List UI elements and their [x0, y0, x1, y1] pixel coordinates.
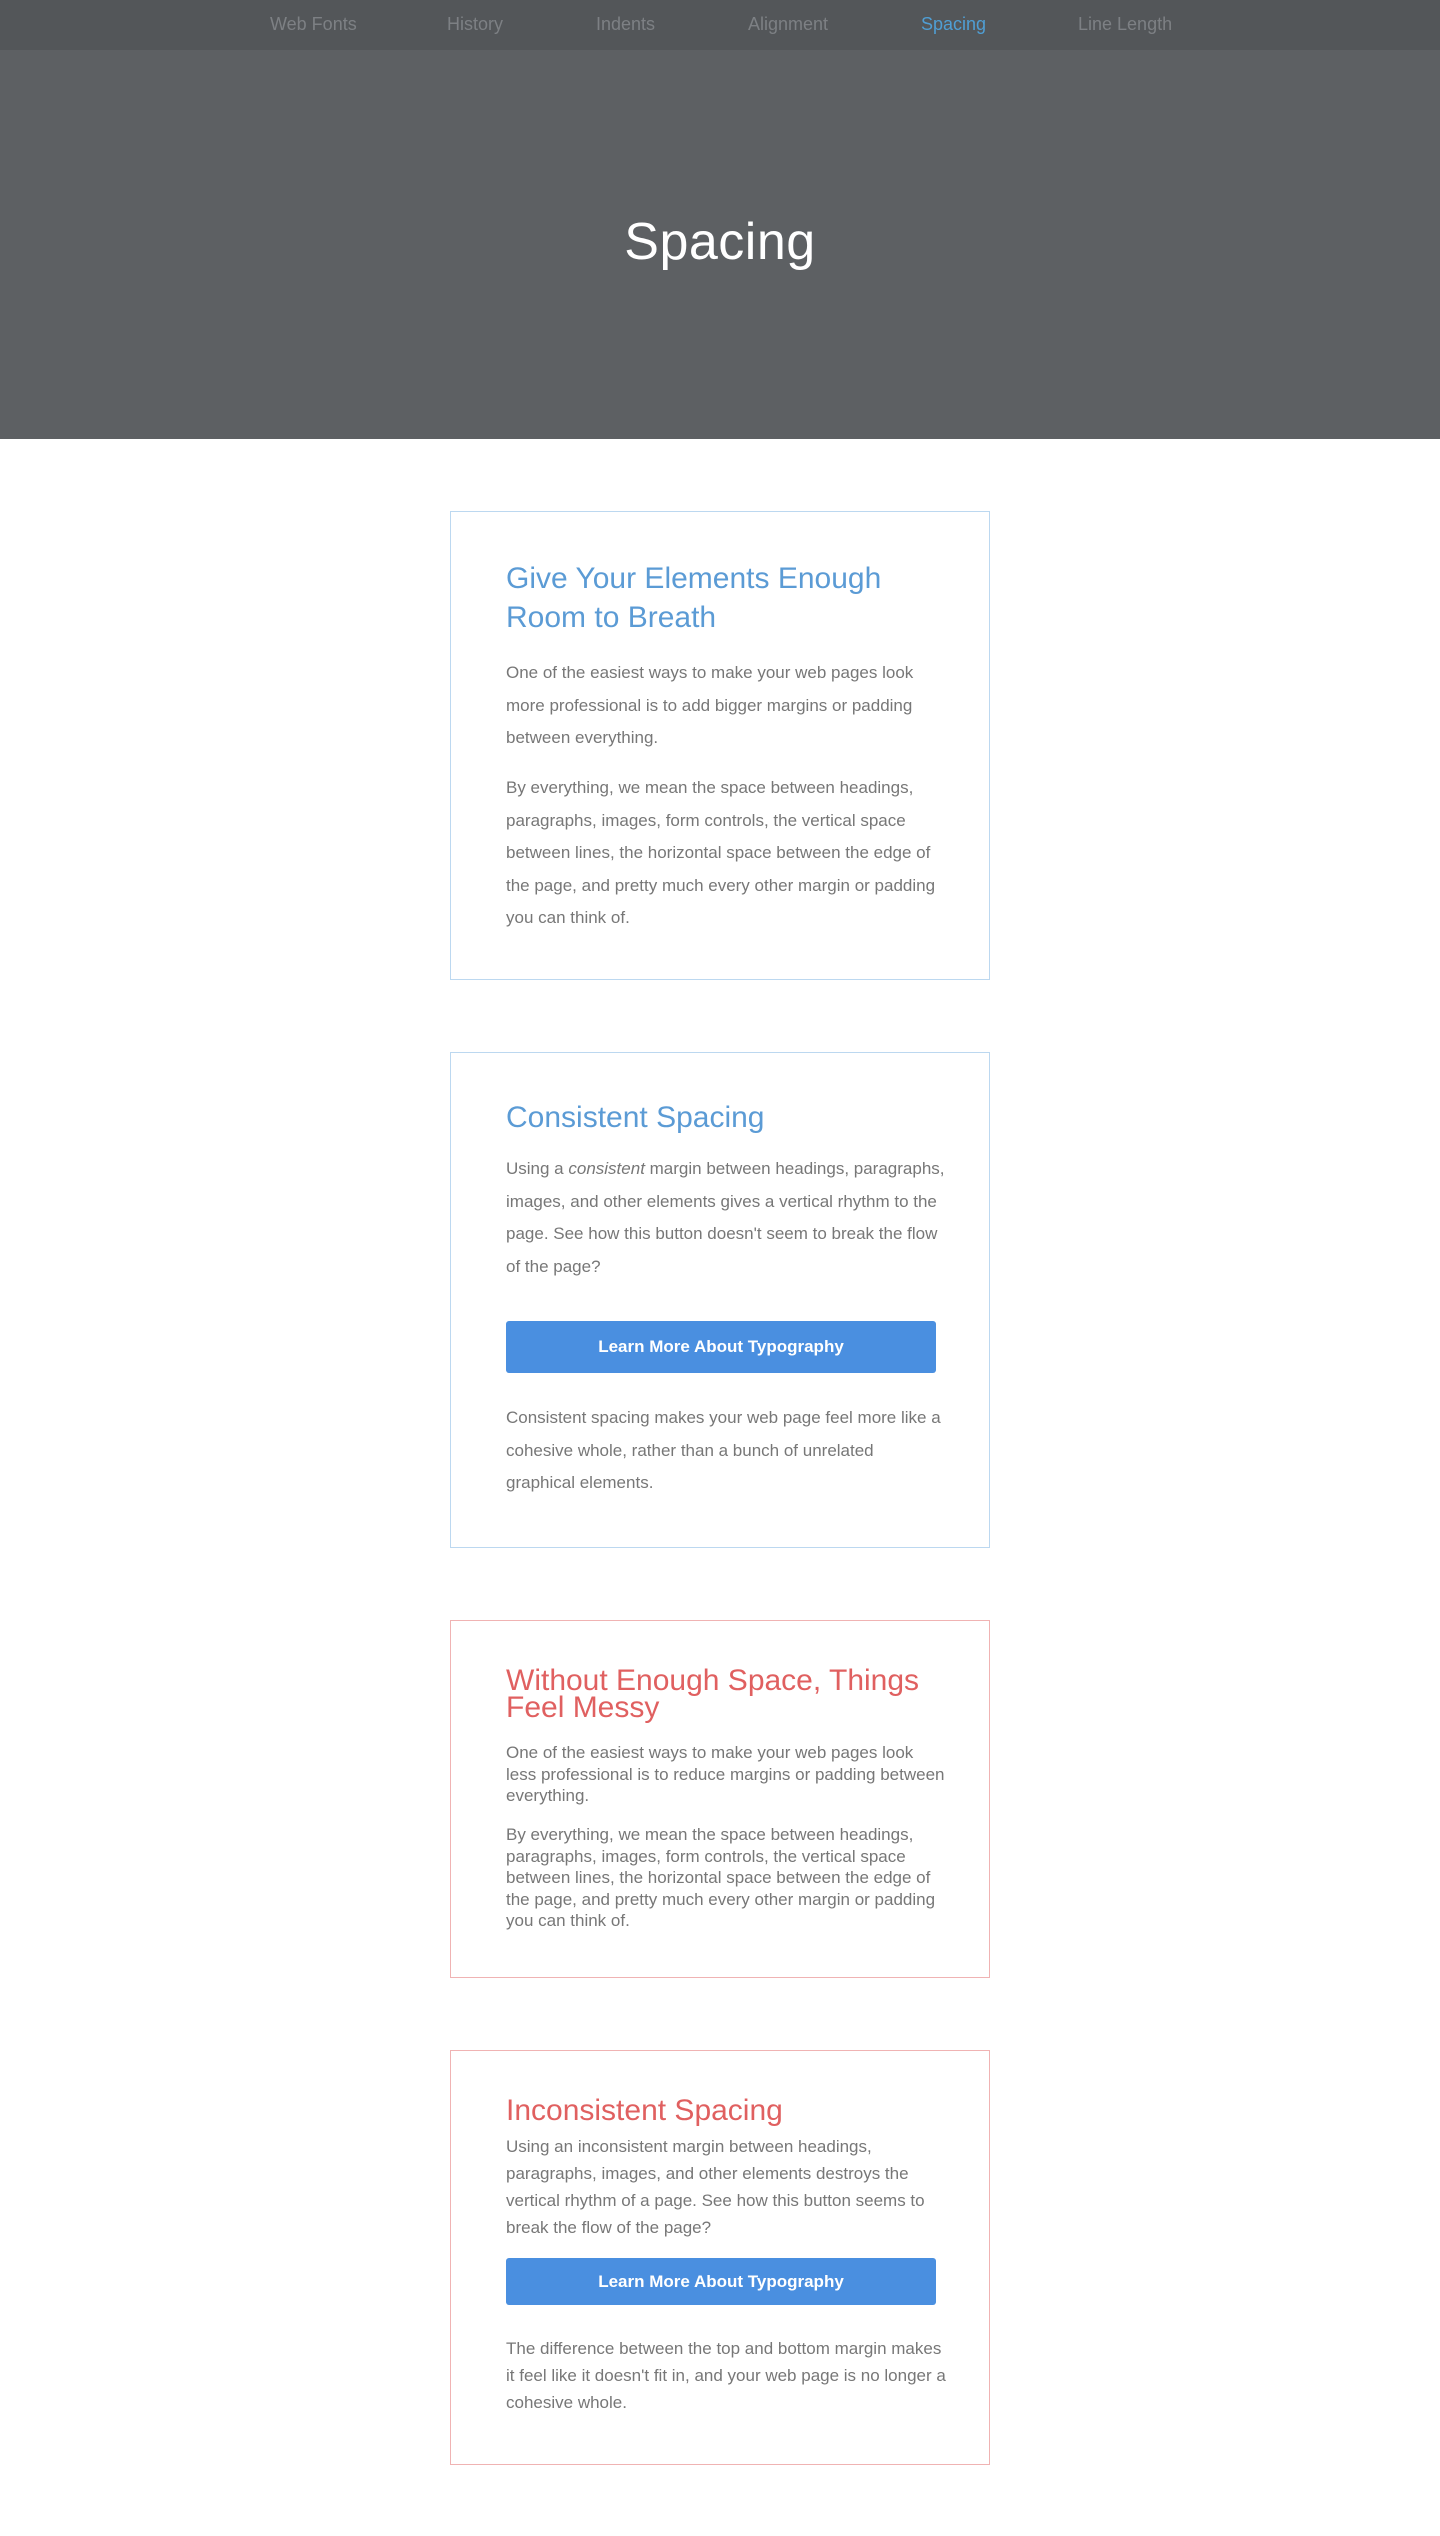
card-title: Consistent Spacing [506, 1101, 765, 1134]
nav-item-alignment[interactable]: Alignment [748, 14, 828, 35]
card-title: Without Enough Space, Things Feel Messy [506, 1664, 920, 1724]
paragraph-emphasis: consistent [568, 1159, 645, 1178]
hero-banner: Spacing [0, 50, 1440, 439]
paragraph-text: Using a [506, 1159, 569, 1178]
top-nav: Web Fonts History Indents Alignment Spac… [0, 0, 1440, 50]
card-consistent-spacing: Consistent Spacing Using a consistent ma… [450, 1052, 990, 1548]
card-paragraph: By everything, we mean the space between… [506, 778, 936, 927]
learn-more-button[interactable]: Learn More About Typography [506, 1321, 936, 1373]
nav-item-history[interactable]: History [447, 14, 503, 35]
nav-item-web-fonts[interactable]: Web Fonts [270, 14, 357, 35]
card-inconsistent-spacing: Inconsistent Spacing Using an inconsiste… [450, 2050, 990, 2465]
page-title: Spacing [624, 213, 816, 271]
card-messy-spacing: Without Enough Space, Things Feel Messy … [450, 1620, 990, 1978]
nav-item-indents[interactable]: Indents [596, 14, 655, 35]
learn-more-button[interactable]: Learn More About Typography [506, 2258, 936, 2305]
card-paragraph: One of the easiest ways to make your web… [506, 663, 914, 747]
nav-item-spacing[interactable]: Spacing [921, 14, 986, 35]
nav-item-line-length[interactable]: Line Length [1078, 14, 1172, 35]
card-paragraph: Using a consistent margin between headin… [506, 1153, 946, 1283]
card-paragraph: One of the easiest ways to make your web… [506, 1743, 945, 1806]
card-room-to-breathe: Give Your Elements Enough Room to Breath… [450, 511, 990, 980]
card-paragraph: Consistent spacing makes your web page f… [506, 1408, 941, 1492]
card-paragraph: By everything, we mean the space between… [506, 1825, 936, 1931]
card-paragraph: The difference between the top and botto… [506, 2339, 946, 2412]
card-paragraph: Using an inconsistent margin between hea… [506, 2137, 925, 2237]
card-title: Inconsistent Spacing [506, 2094, 783, 2127]
card-title: Give Your Elements Enough Room to Breath [506, 562, 882, 634]
